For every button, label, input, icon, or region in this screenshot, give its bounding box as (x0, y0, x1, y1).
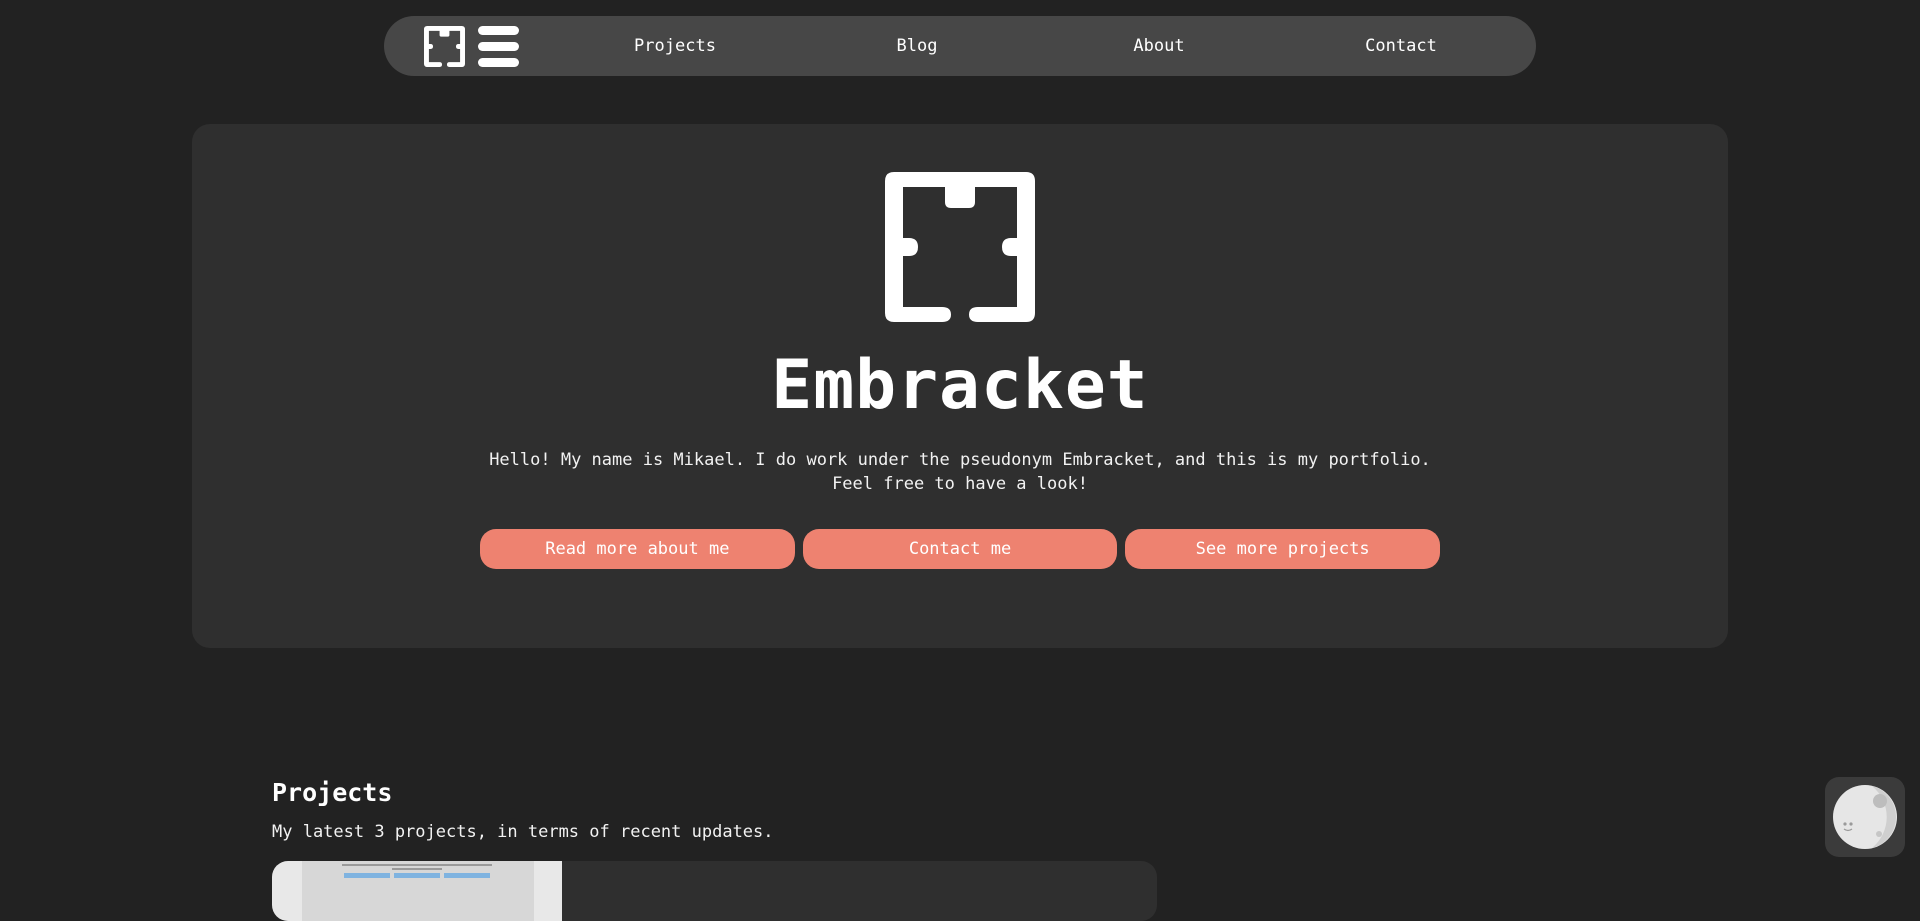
projects-heading: Projects (272, 778, 393, 807)
project-card[interactable] (272, 861, 1157, 921)
hero-section: Embracket Hello! My name is Mikael. I do… (192, 124, 1728, 648)
nav-link-blog[interactable]: Blog (796, 16, 1038, 76)
projects-subtitle: My latest 3 projects, in terms of recent… (272, 822, 774, 842)
moon-icon (1833, 785, 1897, 849)
hamburger-menu-icon[interactable] (478, 26, 519, 67)
nav-link-projects[interactable]: Projects (554, 16, 796, 76)
nav-link-about[interactable]: About (1038, 16, 1280, 76)
see-more-projects-button[interactable]: See more projects (1125, 529, 1441, 569)
hero-buttons: Read more about me Contact me See more p… (480, 529, 1441, 569)
embracket-logo-icon (885, 172, 1035, 322)
project-thumbnail (272, 861, 562, 921)
read-more-about-me-button[interactable]: Read more about me (480, 529, 795, 569)
hero-title: Embracket (771, 346, 1149, 425)
embracket-logo-icon[interactable] (424, 26, 465, 67)
nav-links: Projects Blog About Contact (554, 16, 1536, 76)
theme-toggle-button[interactable] (1825, 777, 1905, 857)
contact-me-button[interactable]: Contact me (802, 529, 1118, 569)
nav-link-contact[interactable]: Contact (1280, 16, 1522, 76)
hero-intro-text: Hello! My name is Mikael. I do work unde… (489, 450, 1431, 494)
top-navigation: Projects Blog About Contact (384, 16, 1536, 76)
